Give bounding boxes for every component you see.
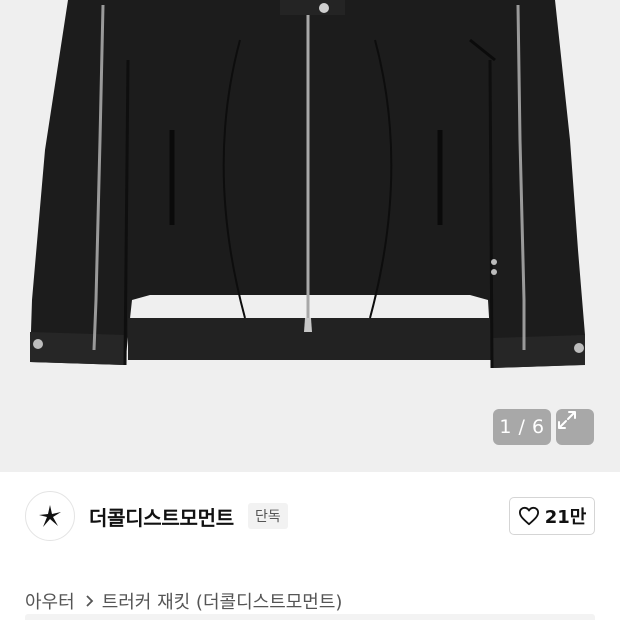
brand-name[interactable]: 더콜디스트모먼트	[89, 502, 234, 531]
heart-icon	[518, 506, 539, 526]
exclusive-badge: 단독	[248, 503, 288, 529]
chevron-right-icon	[85, 594, 94, 608]
like-button[interactable]: 21만	[509, 497, 595, 535]
expand-icon	[558, 411, 576, 429]
brand-logo[interactable]	[25, 491, 75, 541]
brand-row: 더콜디스트모먼트 단독 21만	[0, 472, 620, 562]
breadcrumb-category[interactable]: 아우터	[25, 588, 75, 614]
image-counter: 1 / 6	[493, 409, 551, 445]
expand-button[interactable]	[556, 409, 594, 445]
next-section-edge	[25, 614, 595, 620]
star-logo-icon	[39, 505, 61, 527]
like-count: 21만	[544, 507, 587, 528]
product-image	[30, 0, 585, 369]
breadcrumb: 아우터 트러커 재킷 (더콜디스트모먼트)	[25, 588, 342, 614]
product-image-gallery[interactable]: 1 / 6	[0, 0, 620, 472]
breadcrumb-product[interactable]: 트러커 재킷 (더콜디스트모먼트)	[102, 588, 343, 614]
